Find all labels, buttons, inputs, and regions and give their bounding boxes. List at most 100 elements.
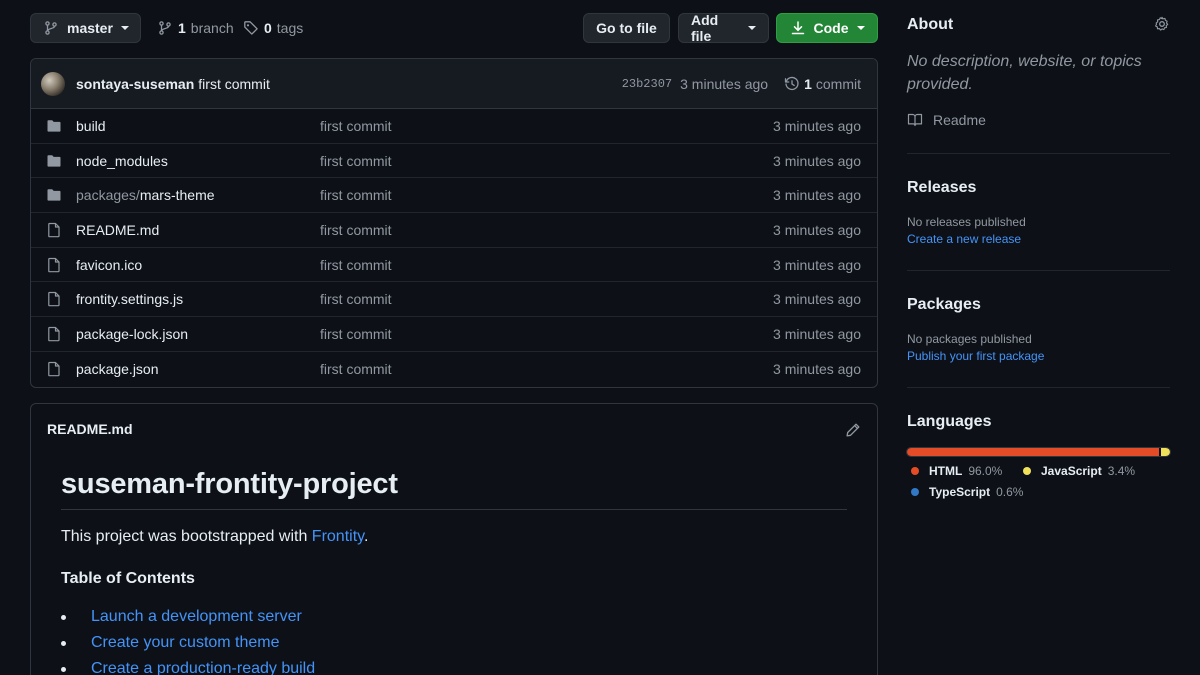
branch-word: branch (190, 20, 234, 36)
toc-list: Launch a development server Create your … (61, 604, 847, 675)
repo-toolbar: master 1 branch 0 tags Go to file Add fi… (30, 12, 878, 44)
language-dot (911, 488, 919, 496)
folder-icon (46, 118, 62, 134)
readme-file-title[interactable]: README.md (47, 421, 133, 437)
tag-count: 0 (264, 20, 272, 36)
commit-word: commit (815, 76, 861, 92)
language-item-html[interactable]: HTML 96.0% (911, 464, 1002, 478)
add-file-label: Add file (691, 12, 719, 44)
publish-package-link[interactable]: Publish your first package (907, 349, 1044, 363)
file-name: mars-theme (139, 187, 215, 204)
commit-author[interactable]: sontaya-suseman (76, 76, 194, 92)
file-row[interactable]: packages/mars-theme first commit 3 minutes… (31, 178, 877, 214)
commit-count: 1 (804, 76, 812, 92)
commit-message[interactable]: first commit (198, 76, 270, 92)
readme-panel: README.md suseman-frontity-project This … (30, 403, 878, 675)
pencil-icon[interactable] (845, 422, 861, 438)
gear-icon[interactable] (1154, 16, 1170, 32)
file-commit-message[interactable]: first commit (320, 187, 392, 203)
language-bar (906, 447, 1171, 457)
language-item-typescript[interactable]: TypeScript 0.6% (911, 485, 1023, 499)
file-name-link[interactable]: package-lock.json (76, 326, 188, 342)
add-file-button[interactable]: Add file (678, 12, 769, 44)
code-label: Code (813, 20, 849, 36)
go-to-file-label: Go to file (596, 20, 657, 36)
file-name: node_modules (76, 152, 168, 169)
file-commit-age: 3 minutes ago (773, 325, 861, 342)
file-name-link[interactable]: frontity.settings.js (76, 291, 183, 307)
branches-link[interactable]: 1 branch (157, 13, 234, 43)
divider (907, 270, 1170, 271)
file-row[interactable]: frontity.settings.js first commit 3 minute… (31, 282, 877, 318)
toc-link[interactable]: Create your custom theme (91, 634, 280, 652)
toc-link[interactable]: Launch a development server (91, 608, 302, 626)
releases-empty-text: No releases published (907, 215, 1026, 229)
file-name-link[interactable]: package.json (76, 361, 159, 377)
packages-heading[interactable]: Packages (907, 296, 981, 314)
language-percent: 0.6% (996, 485, 1024, 499)
file-row[interactable]: package.json first commit 3 minutes ago (31, 352, 877, 387)
file-row[interactable]: package-lock.json first commit 3 minutes a… (31, 317, 877, 352)
file-name: frontity.settings.js (76, 291, 184, 308)
divider (907, 153, 1170, 154)
file-name-link[interactable]: favicon.ico (76, 257, 142, 273)
file-name: README.md (76, 221, 160, 238)
packages-empty-text: No packages published (907, 332, 1032, 346)
file-commit-message[interactable]: first commit (320, 153, 392, 169)
file-name-link[interactable]: README.md (76, 222, 159, 238)
frontity-link[interactable]: Frontity (312, 528, 364, 545)
file-name-link[interactable]: node_modules (76, 153, 168, 169)
readme-link[interactable]: Readme (907, 112, 986, 128)
commit-meta: 23b2307 3 minutes ago 1 commit (622, 59, 861, 109)
go-to-file-button[interactable]: Go to file (583, 13, 670, 43)
file-commit-message[interactable]: first commit (320, 257, 392, 273)
branch-select-button[interactable]: master (30, 13, 141, 43)
branch-name: master (67, 20, 113, 36)
avatar[interactable] (41, 71, 65, 96)
about-heading: About (907, 16, 954, 33)
commit-history-link[interactable]: 1 commit (784, 76, 861, 92)
file-name-link[interactable]: build (76, 118, 106, 134)
file-row[interactable]: README.md first commit 3 minutes ago (31, 213, 877, 248)
folder-icon (46, 153, 62, 169)
tag-word: tags (276, 20, 304, 36)
commit-sha[interactable]: 23b2307 (622, 77, 672, 91)
book-icon (907, 112, 923, 128)
file-row[interactable]: build first commit 3 minutes ago (31, 109, 877, 144)
file-commit-message[interactable]: first commit (320, 222, 392, 238)
releases-heading[interactable]: Releases (907, 179, 976, 197)
chevron-down-icon (748, 26, 756, 30)
git-branch-icon (157, 20, 173, 36)
tags-link[interactable]: 0 tags (243, 13, 303, 43)
language-dot (1023, 467, 1031, 475)
language-dot (911, 467, 919, 475)
file-name: package.json (76, 361, 159, 378)
file-commit-message[interactable]: first commit (320, 291, 392, 307)
file-name: package-lock.json (76, 325, 189, 342)
language-item-javascript[interactable]: JavaScript 3.4% (1023, 464, 1135, 478)
git-branch-icon (43, 20, 59, 36)
file-row[interactable]: node_modules first commit 3 minutes ago (31, 144, 877, 179)
file-commit-message[interactable]: first commit (320, 361, 392, 377)
languages-heading: Languages (907, 413, 992, 430)
tag-icon (243, 20, 259, 36)
file-commit-age: 3 minutes ago (773, 291, 861, 308)
latest-commit-row: sontaya-suseman first commit 23b2307 3 m… (31, 59, 877, 109)
file-commit-message[interactable]: first commit (320, 118, 392, 134)
about-description: No description, website, or topics provi… (907, 53, 1142, 93)
file-commit-age: 3 minutes ago (773, 361, 861, 378)
file-commit-age: 3 minutes ago (773, 117, 861, 134)
file-commit-message[interactable]: first commit (320, 326, 392, 342)
file-name-link[interactable]: packages/mars-theme (76, 187, 215, 203)
file-commit-age: 3 minutes ago (773, 221, 861, 238)
folder-icon (46, 187, 62, 203)
create-release-link[interactable]: Create a new release (907, 232, 1021, 246)
code-button[interactable]: Code (776, 13, 878, 43)
readme-body: suseman-frontity-project This project wa… (31, 454, 877, 675)
toc-link[interactable]: Create a production-ready build (91, 660, 315, 675)
file-row[interactable]: favicon.ico first commit 3 minutes ago (31, 248, 877, 283)
readme-intro: This project was bootstrapped with Front… (61, 528, 847, 546)
language-name: JavaScript (1041, 464, 1102, 478)
file-icon (46, 291, 62, 307)
language-percent: 96.0% (968, 464, 1003, 478)
